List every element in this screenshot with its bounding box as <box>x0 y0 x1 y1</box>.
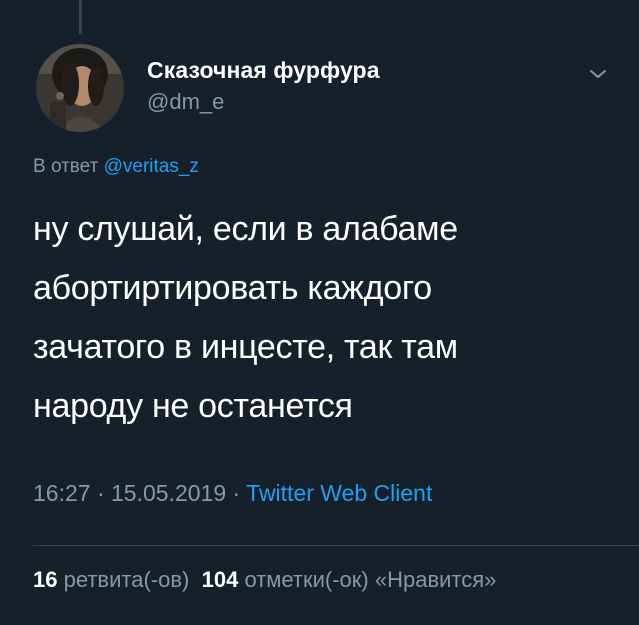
tweet-page: Сказочная фурфура @dm_e В ответ @veritas… <box>0 0 639 625</box>
reply-prefix: В ответ <box>33 156 99 177</box>
retweets-count: 16 <box>33 567 58 592</box>
divider <box>33 545 639 546</box>
tweet-text-line: ну слушай, если в алабаме <box>33 210 458 248</box>
tweet-meta: 16:27 · 15.05.2019 · Twitter Web Client <box>33 478 432 508</box>
tweet-client-link[interactable]: Twitter Web Client <box>246 480 432 506</box>
tweet-text: ну слушай, если в алабаме абортиртироват… <box>33 200 633 436</box>
tweet-menu-button[interactable] <box>586 62 610 86</box>
tweet-date[interactable]: 15.05.2019 <box>111 480 226 506</box>
meta-separator: · <box>226 480 247 506</box>
tweet-text-line: народу не останется <box>33 387 353 425</box>
chevron-down-icon <box>590 70 606 78</box>
author-handle[interactable]: @dm_e <box>147 88 380 116</box>
user-avatar-icon <box>36 44 124 132</box>
likes-label: отметки(-ок) «Нравится» <box>244 567 497 592</box>
reply-mention-link[interactable]: @veritas_z <box>104 156 199 177</box>
retweets-stat[interactable]: 16 ретвита(-ов) <box>33 567 189 592</box>
likes-stat[interactable]: 104 отметки(-ок) «Нравится» <box>202 567 497 592</box>
author-display-name[interactable]: Сказочная фурфура <box>147 56 380 84</box>
meta-separator: · <box>90 480 112 506</box>
avatar[interactable] <box>36 44 124 132</box>
tweet-time[interactable]: 16:27 <box>33 480 91 506</box>
tweet-stats: 16 ретвита(-ов) 104 отметки(-ок) «Нравит… <box>33 565 496 595</box>
tweet-author[interactable]: Сказочная фурфура @dm_e <box>147 56 380 116</box>
tweet-text-line: абортиртировать каждого <box>33 269 432 307</box>
retweets-label: ретвита(-ов) <box>63 567 190 592</box>
thread-connector-line <box>79 0 82 34</box>
likes-count: 104 <box>201 567 239 592</box>
tweet-text-line: зачатого в инцесте, так там <box>33 328 458 366</box>
reply-context: В ответ @veritas_z <box>33 155 199 179</box>
